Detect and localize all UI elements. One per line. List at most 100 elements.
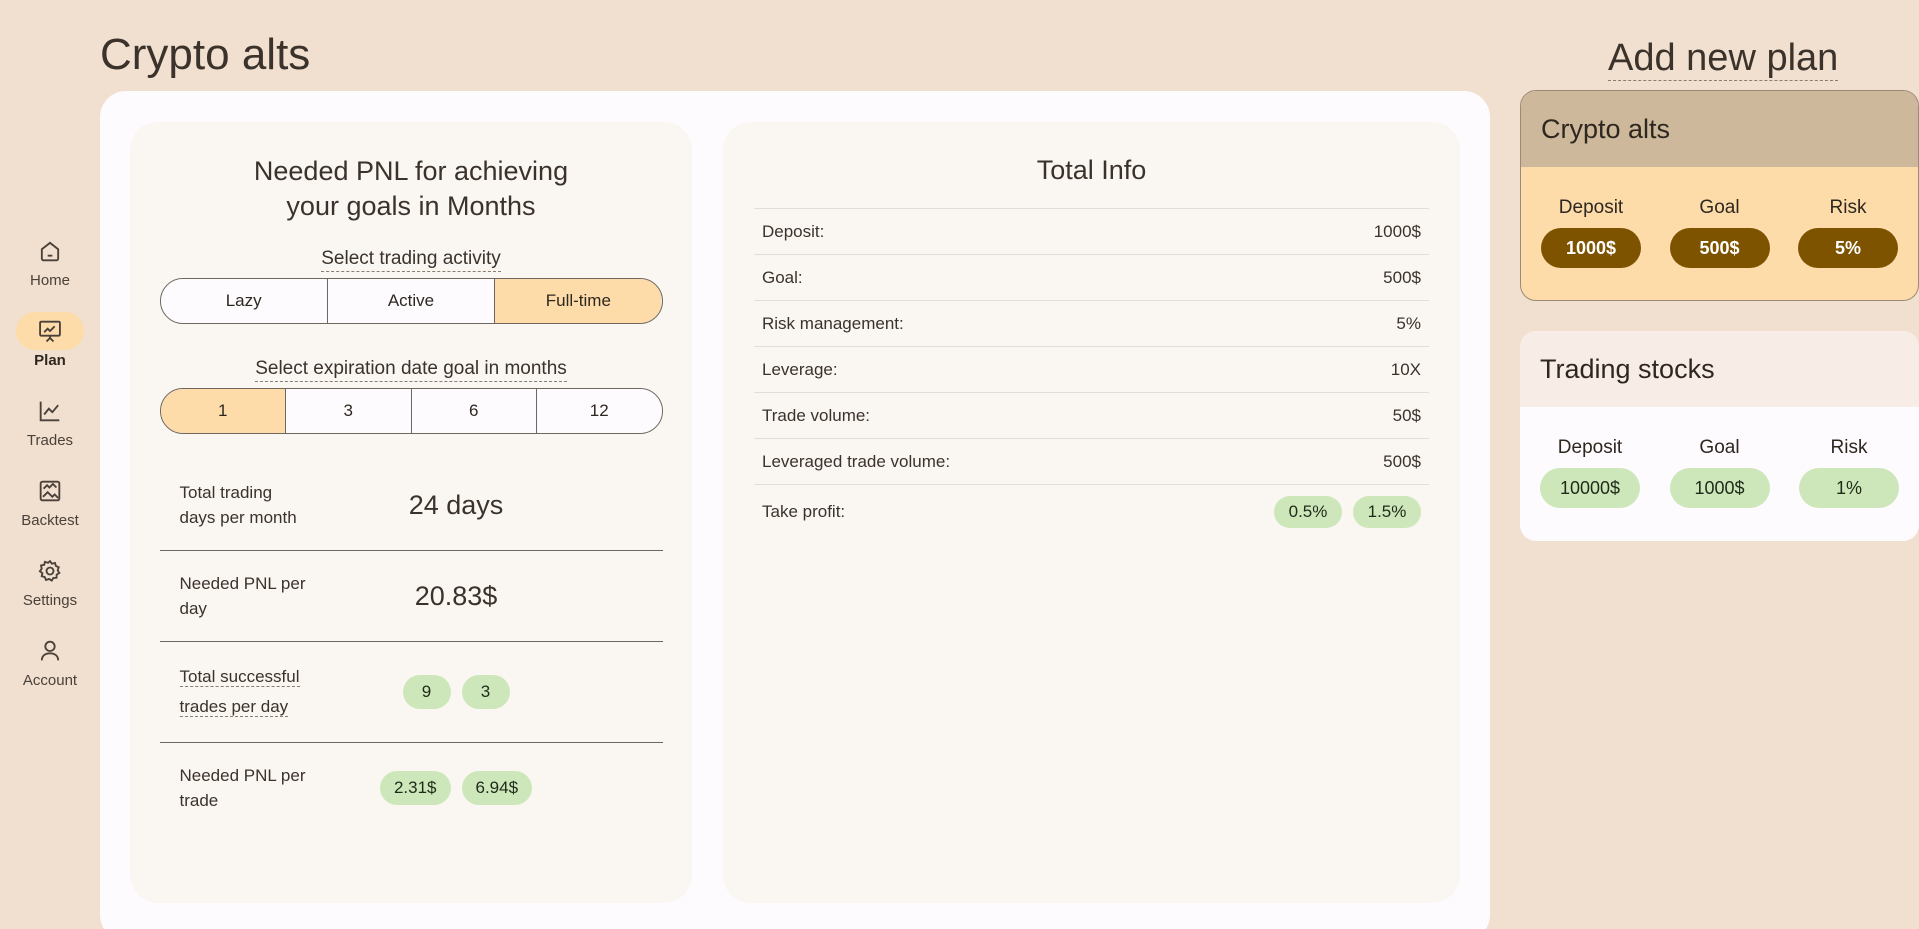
- add-new-plan-link[interactable]: Add new plan: [1608, 36, 1839, 81]
- activity-label: Select trading activity: [130, 248, 692, 272]
- sidebar-item-home[interactable]: Home: [0, 232, 100, 312]
- sidebar-nav: Home Plan Trades Backtest Settings Accou…: [0, 232, 100, 712]
- pnl-title-line: Needed PNL for achieving: [253, 156, 569, 186]
- metric-pill: 1000$: [1669, 468, 1770, 508]
- info-label: Deposit:: [762, 221, 825, 241]
- chart-line-icon: [16, 392, 84, 430]
- plan-metric-risk: Risk 1%: [1799, 437, 1899, 508]
- activity-option-lazy[interactable]: Lazy: [160, 279, 328, 323]
- metric-pill: 5%: [1798, 228, 1898, 268]
- stat-label-line: Needed PNL per: [179, 766, 306, 785]
- sidebar-item-settings[interactable]: Settings: [0, 552, 100, 632]
- home-icon: [16, 232, 84, 270]
- stat-row-pnl-per-day: Needed PNL per day 20.83$: [159, 551, 663, 642]
- info-row-leveraged-trade-volume: Leveraged trade volume: 500$: [754, 438, 1429, 484]
- stat-label[interactable]: Total successful trades per day: [160, 662, 310, 722]
- info-label: Take profit:: [762, 502, 846, 521]
- pnl-per-day-value: 20.83$: [414, 580, 498, 611]
- chip: 2.31$: [379, 771, 451, 805]
- page-title: Crypto alts: [100, 30, 311, 79]
- info-row-goal: Goal: 500$: [754, 254, 1429, 300]
- pnl-per-trade-chips: 2.31$ 6.94$: [310, 771, 663, 805]
- metric-pill: 500$: [1669, 228, 1770, 268]
- metric-pill: 1000$: [1541, 228, 1641, 268]
- chip: 3: [461, 675, 510, 709]
- info-row-take-profit: Take profit: 0.5% 1.5%: [754, 484, 1429, 539]
- plan-metrics: Deposit 1000$ Goal 500$ Risk 5%: [1521, 197, 1918, 268]
- metric-label: Deposit: [1557, 437, 1623, 458]
- stat-label-line: trades per day: [179, 697, 289, 717]
- plan-metric-goal: Goal 500$: [1669, 197, 1770, 268]
- expiration-label-text[interactable]: Select expiration date goal in months: [255, 358, 567, 382]
- total-info-table: Deposit: 1000$ Goal: 500$ Risk managemen…: [754, 208, 1429, 539]
- expiration-option-12[interactable]: 12: [537, 389, 662, 433]
- chip: 6.94$: [461, 771, 533, 805]
- metric-pill: 10000$: [1540, 468, 1640, 508]
- info-value: 5%: [1396, 313, 1421, 333]
- info-value: 50$: [1392, 405, 1421, 425]
- sidebar-item-label: Account: [22, 672, 78, 689]
- sidebar-item-label: Trades: [26, 432, 74, 449]
- expiration-label: Select expiration date goal in months: [130, 358, 692, 382]
- stat-label-line: days per month: [179, 508, 297, 527]
- stat-row-pnl-per-trade: Needed PNL per trade 2.31$ 6.94$: [160, 743, 663, 833]
- metric-label: Deposit: [1558, 197, 1624, 218]
- plan-metrics: Deposit 10000$ Goal 1000$ Risk 1%: [1520, 437, 1919, 508]
- sidebar-item-plan[interactable]: Plan: [0, 312, 100, 392]
- chip: 9: [402, 675, 451, 709]
- chip: 0.5%: [1274, 496, 1342, 528]
- stats-list: Total trading days per month 24 days Nee…: [130, 460, 692, 833]
- main-card: Needed PNL for achieving your goals in M…: [100, 91, 1490, 929]
- stat-row-successful-trades: Total successful trades per day 9 3: [159, 642, 663, 743]
- take-profit-chips: 0.5% 1.5%: [1274, 496, 1421, 528]
- stat-label-line: day: [179, 599, 207, 618]
- activity-option-full-time[interactable]: Full-time: [495, 279, 662, 323]
- metric-label: Goal: [1699, 437, 1740, 458]
- plan-metric-deposit: Deposit 1000$: [1541, 197, 1641, 268]
- metric-pill: 1%: [1799, 468, 1899, 508]
- info-label: Trade volume:: [762, 405, 871, 425]
- activity-option-active[interactable]: Active: [327, 279, 496, 323]
- expiration-selector: 1 3 6 12: [159, 388, 663, 434]
- expiration-option-1[interactable]: 1: [160, 389, 286, 433]
- info-label: Leverage:: [762, 359, 838, 379]
- gear-icon: [16, 552, 84, 590]
- sidebar-item-label: Backtest: [21, 512, 79, 529]
- trading-days-value: 24 days: [408, 489, 504, 520]
- plan-metric-risk: Risk 5%: [1798, 197, 1898, 268]
- sidebar-item-label: Home: [29, 272, 70, 289]
- info-row-leverage: Leverage: 10X: [754, 346, 1429, 392]
- info-label: Risk management:: [762, 313, 904, 333]
- stat-label-line: trade: [179, 791, 219, 810]
- successful-trades-chips: 9 3: [310, 675, 663, 709]
- plan-card-crypto-alts[interactable]: Crypto alts Deposit 1000$ Goal 500$ Risk…: [1520, 90, 1919, 301]
- image-chart-icon: [16, 472, 84, 510]
- plan-metric-goal: Goal 1000$: [1669, 437, 1770, 508]
- expiration-option-3[interactable]: 3: [286, 389, 412, 433]
- stat-label: Needed PNL per trade: [160, 763, 310, 813]
- stat-label-line: Total trading: [179, 483, 273, 502]
- metric-label: Risk: [1830, 437, 1868, 458]
- expiration-option-6[interactable]: 6: [411, 389, 537, 433]
- info-value: 500$: [1383, 267, 1421, 287]
- plan-card-trading-stocks[interactable]: Trading stocks Deposit 10000$ Goal 1000$…: [1520, 331, 1919, 541]
- info-label: Goal:: [762, 267, 803, 287]
- plan-name: Trading stocks: [1520, 331, 1919, 407]
- sidebar-item-backtest[interactable]: Backtest: [0, 472, 100, 552]
- stat-label-line: Needed PNL per: [179, 574, 306, 593]
- pnl-title-line: your goals in Months: [286, 191, 536, 221]
- total-info-panel: Total Info Deposit: 1000$ Goal: 500$ Ris…: [723, 122, 1460, 903]
- sidebar-item-trades[interactable]: Trades: [0, 392, 100, 472]
- info-row-risk-management: Risk management: 5%: [754, 300, 1429, 346]
- info-label: Leveraged trade volume:: [762, 451, 951, 471]
- metric-label: Risk: [1829, 197, 1867, 218]
- activity-label-text[interactable]: Select trading activity: [321, 248, 501, 272]
- plan-name: Crypto alts: [1521, 91, 1918, 167]
- sidebar-item-account[interactable]: Account: [0, 632, 100, 712]
- stat-label-line: Total successful: [179, 667, 300, 687]
- pnl-calculator-panel: Needed PNL for achieving your goals in M…: [130, 122, 692, 903]
- chip: 1.5%: [1353, 496, 1421, 528]
- plan-metric-deposit: Deposit 10000$: [1540, 437, 1640, 508]
- info-row-trade-volume: Trade volume: 50$: [754, 392, 1429, 438]
- stat-label: Needed PNL per day: [160, 571, 310, 621]
